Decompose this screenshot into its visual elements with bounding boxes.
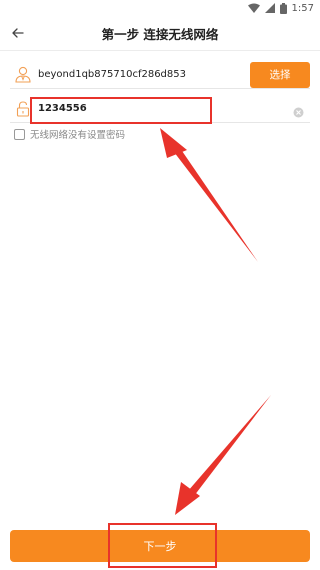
no-password-option[interactable]: 无线网络没有设置密码 (14, 127, 125, 141)
status-bar: 1:57 (0, 0, 320, 16)
page-title: 第一步 连接无线网络 (101, 26, 219, 42)
password-input[interactable] (38, 103, 198, 114)
wifi-signal-icon (247, 3, 260, 13)
arrow-to-password (160, 128, 258, 262)
status-time: 1:57 (291, 2, 314, 14)
lock-icon (12, 98, 34, 120)
ssid-value: beyond1qb875710cf286d853 (38, 69, 186, 80)
header-divider (0, 50, 320, 51)
back-arrow-icon (12, 28, 24, 38)
password-row (10, 95, 310, 123)
no-password-checkbox[interactable] (14, 128, 25, 140)
app-bar: 第一步 连接无线网络 (0, 16, 320, 50)
arrow-to-next (175, 395, 271, 515)
back-button[interactable] (8, 24, 28, 42)
next-step-button[interactable]: 下一步 (10, 530, 310, 562)
clear-icon[interactable] (293, 103, 304, 118)
ssid-row: beyond1qb875710cf286d853 选择 (10, 61, 310, 89)
user-icon (12, 64, 34, 86)
no-password-label: 无线网络没有设置密码 (30, 130, 126, 141)
cell-signal-icon (264, 3, 275, 13)
battery-icon (279, 2, 287, 14)
select-button[interactable]: 选择 (250, 61, 310, 88)
